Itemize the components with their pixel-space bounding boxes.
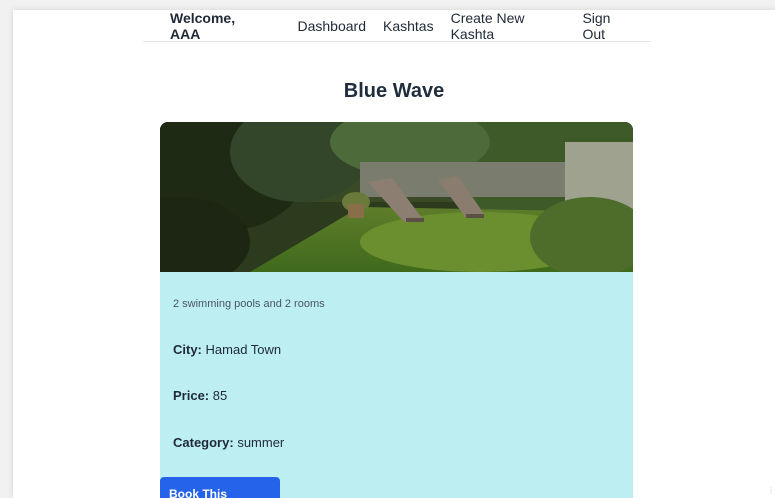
category-label: Category: (173, 435, 234, 450)
city-value: Hamad Town (205, 342, 282, 357)
resize-grip-icon[interactable]: ⋮ (767, 486, 775, 496)
book-kashta-button[interactable]: Book This Kashta (160, 477, 280, 498)
kashta-photo (160, 122, 633, 272)
detail-city: City: Hamad Town (173, 342, 281, 357)
price-label: Price: (173, 388, 210, 403)
kashta-description: 2 swimming pools and 2 rooms (173, 298, 325, 310)
page-container: Welcome, AAA Dashboard Kashtas Create Ne… (13, 10, 775, 498)
nav-link-sign-out[interactable]: Sign Out (582, 10, 634, 42)
page-title: Blue Wave (343, 80, 445, 102)
detail-price: Price: 85 (173, 388, 227, 403)
nav-link-create-kashta[interactable]: Create New Kashta (451, 10, 566, 42)
category-value: summer (237, 435, 285, 450)
detail-category: Category: summer (173, 435, 284, 450)
nav-link-kashtas[interactable]: Kashtas (383, 18, 434, 34)
price-value: 85 (212, 388, 228, 403)
welcome-text: Welcome, AAA (170, 10, 236, 42)
kashta-card: 2 swimming pools and 2 rooms City: Hamad… (160, 122, 633, 498)
nav-link-dashboard[interactable]: Dashboard (297, 18, 366, 34)
city-label: City: (173, 342, 202, 357)
top-navbar: Welcome, AAA Dashboard Kashtas Create Ne… (143, 10, 651, 42)
